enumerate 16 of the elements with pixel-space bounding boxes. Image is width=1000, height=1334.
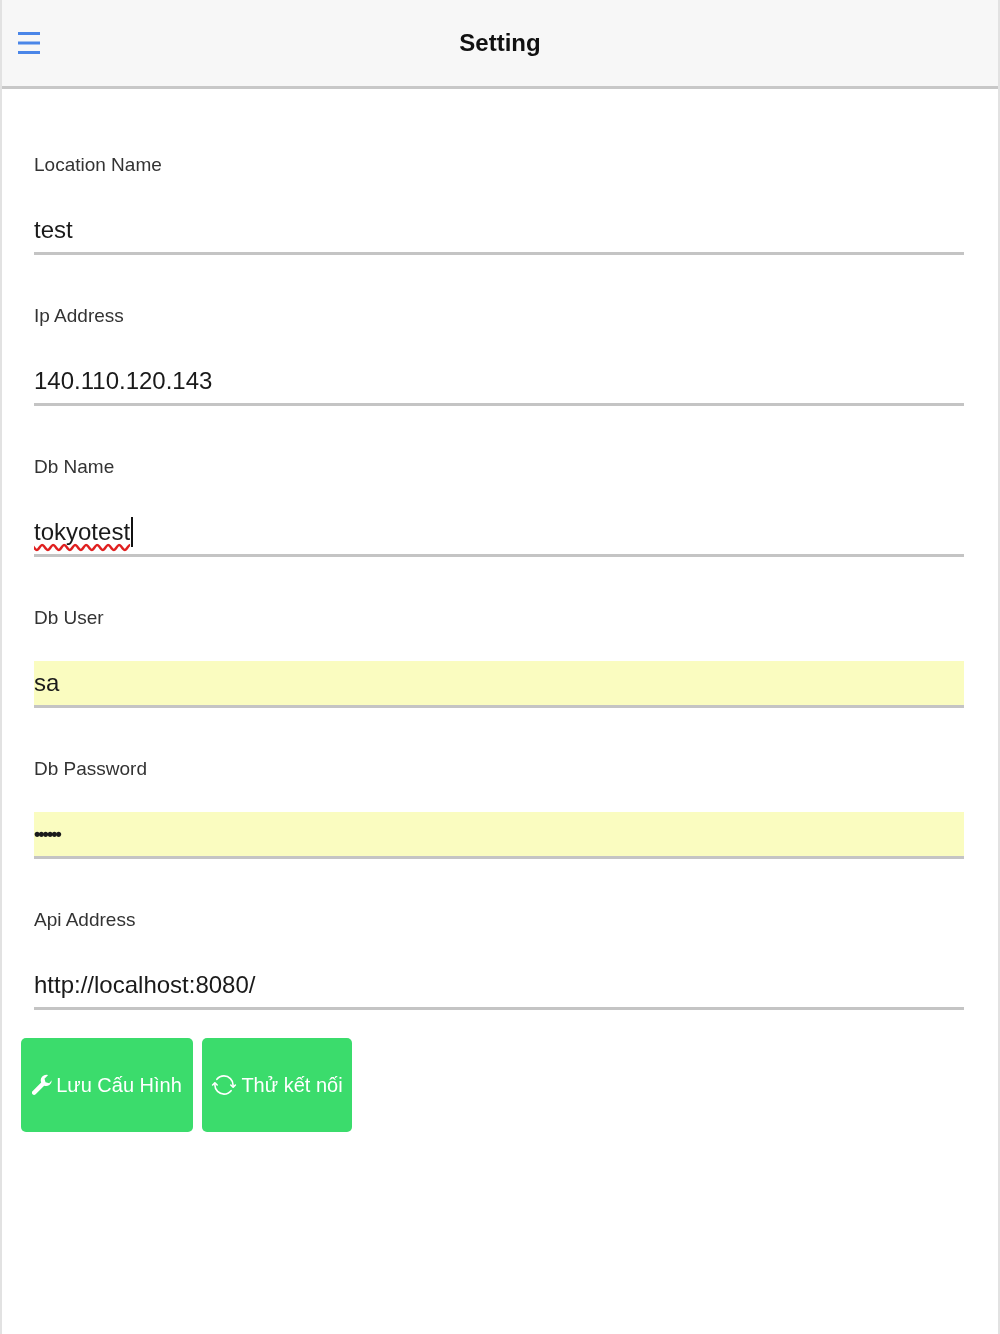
text-field[interactable]: 140.110.120.143 — [34, 359, 964, 406]
field-label: Ip Address — [34, 304, 124, 328]
refresh-icon — [211, 1072, 238, 1098]
wrench-icon — [32, 1074, 53, 1096]
field-label: Location Name — [34, 153, 162, 177]
field-label: Db Password — [34, 757, 147, 781]
text-field[interactable]: http://localhost:8080/ — [34, 963, 964, 1010]
field-label: Api Address — [34, 908, 136, 932]
password-field[interactable]: •••••• — [34, 812, 964, 859]
text-field[interactable]: sa — [34, 661, 964, 708]
text-field[interactable]: test — [34, 208, 964, 255]
text-field[interactable]: tokyotest — [34, 510, 964, 557]
field-label: Db Name — [34, 455, 115, 479]
page-title: Setting — [458, 29, 542, 57]
menu-icon[interactable] — [18, 31, 40, 55]
field-label: Db User — [34, 606, 104, 630]
